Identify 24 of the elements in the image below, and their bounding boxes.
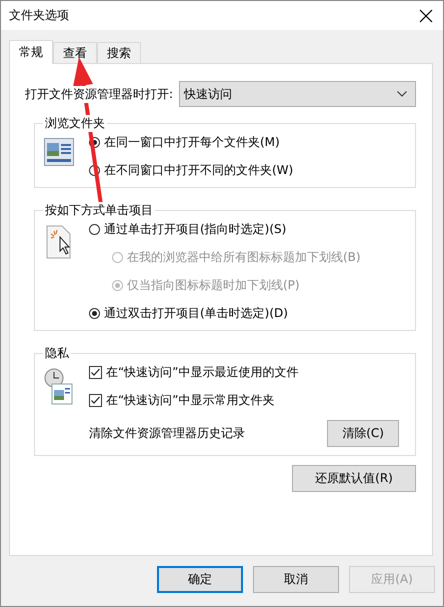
window-title: 文件夹选项 (9, 7, 69, 24)
open-with-label: 打开文件资源管理器时打开: (25, 86, 174, 102)
tab[interactable]: 搜索 (97, 42, 141, 63)
radio-option[interactable]: 在同一窗口中打开每个文件夹(M) (89, 134, 407, 151)
window-preview-icon (44, 138, 74, 166)
clear-button[interactable]: 清除(C) (327, 420, 399, 447)
close-icon[interactable] (419, 8, 433, 22)
open-with-dropdown[interactable]: 快速访问 (179, 81, 416, 107)
clock-document-icon (44, 368, 74, 406)
tab[interactable]: 常规 (9, 40, 53, 64)
tab[interactable]: 查看 (53, 42, 97, 63)
clear-history-label: 清除文件资源管理器历史记录 (89, 425, 245, 442)
chevron-down-icon (397, 91, 407, 97)
restore-defaults-button[interactable]: 还原默认值(R) (292, 465, 416, 492)
radio-option[interactable]: 在不同窗口中打开不同的文件夹(W) (89, 162, 407, 179)
checkbox-option[interactable]: 在“快速访问”中显示最近使用的文件 (89, 364, 407, 381)
dialog-button[interactable]: 取消 (253, 566, 339, 593)
click-document-icon (46, 225, 72, 259)
checkbox-option[interactable]: 在“快速访问”中显示常用文件夹 (89, 392, 407, 409)
group-title: 隐私 (43, 345, 71, 362)
dialog-button[interactable]: 确定 (157, 566, 243, 593)
group-title: 浏览文件夹 (43, 115, 107, 132)
radio-option[interactable]: 通过单击打开项目(指向时选定)(S) (89, 221, 407, 238)
radio-option[interactable]: 通过双击打开项目(单击时选定)(D) (89, 305, 407, 322)
